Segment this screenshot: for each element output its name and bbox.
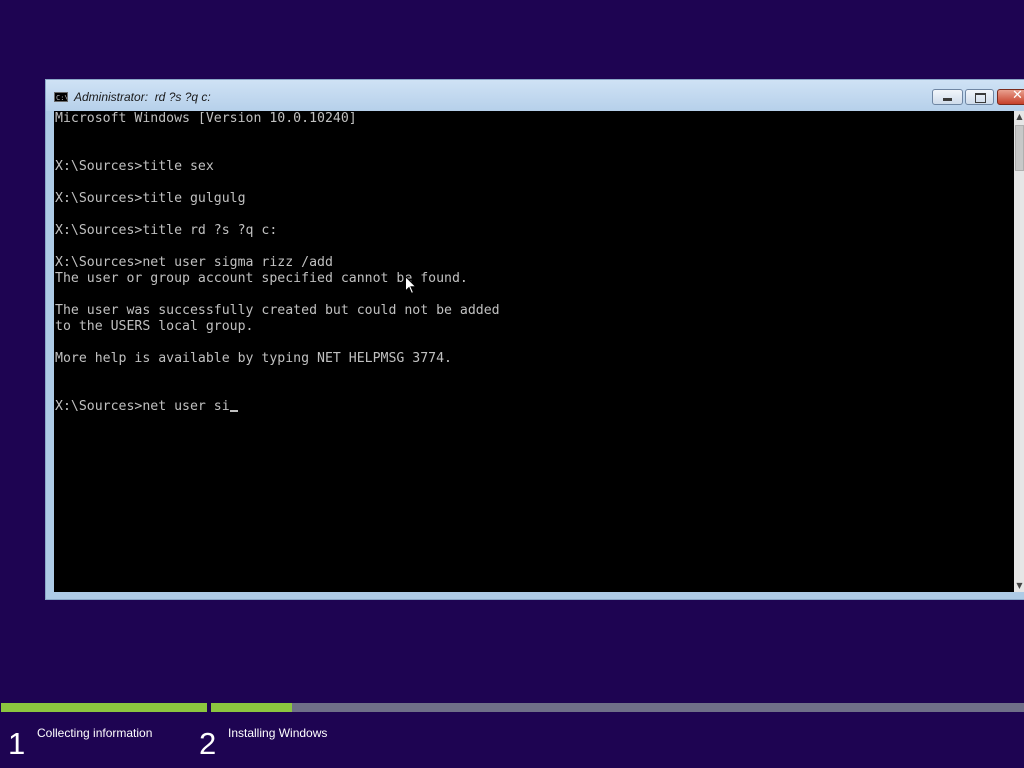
close-button[interactable]: ✕ — [997, 88, 1024, 105]
step-label: Collecting information — [37, 726, 153, 740]
scroll-down-arrow-icon[interactable]: ▼ — [1014, 580, 1024, 592]
minimize-button[interactable] — [932, 89, 963, 105]
console-icon[interactable]: C:\ — [54, 92, 68, 102]
progress-bar-step-1 — [1, 703, 207, 712]
title-bar[interactable]: C:\ Administrator: rd ?s ?q c: ✕ — [46, 80, 1024, 111]
console-output[interactable]: Microsoft Windows [Version 10.0.10240] X… — [54, 111, 1014, 592]
scroll-up-arrow-icon[interactable]: ▲ — [1014, 111, 1024, 123]
console-text: Microsoft Windows [Version 10.0.10240] X… — [55, 111, 500, 414]
mouse-pointer-icon — [405, 276, 417, 295]
vertical-scrollbar[interactable]: ▲ ▼ — [1014, 111, 1024, 592]
maximize-icon — [975, 93, 986, 103]
step-number: 1 — [8, 726, 26, 761]
step-number: 2 — [199, 726, 217, 761]
progress-bar-step-2 — [211, 703, 1024, 712]
maximize-button[interactable] — [965, 89, 994, 105]
step-label: Installing Windows — [228, 726, 328, 740]
scroll-thumb[interactable] — [1015, 125, 1024, 171]
window-title: Administrator: rd ?s ?q c: — [74, 90, 211, 104]
minimize-icon — [943, 98, 952, 101]
text-cursor — [229, 410, 238, 412]
progress-fill-step-1 — [1, 703, 207, 712]
close-icon: ✕ — [1012, 88, 1023, 103]
progress-fill-step-2 — [211, 703, 293, 712]
console-window[interactable]: C:\ Administrator: rd ?s ?q c: ✕ Microso… — [45, 79, 1024, 600]
